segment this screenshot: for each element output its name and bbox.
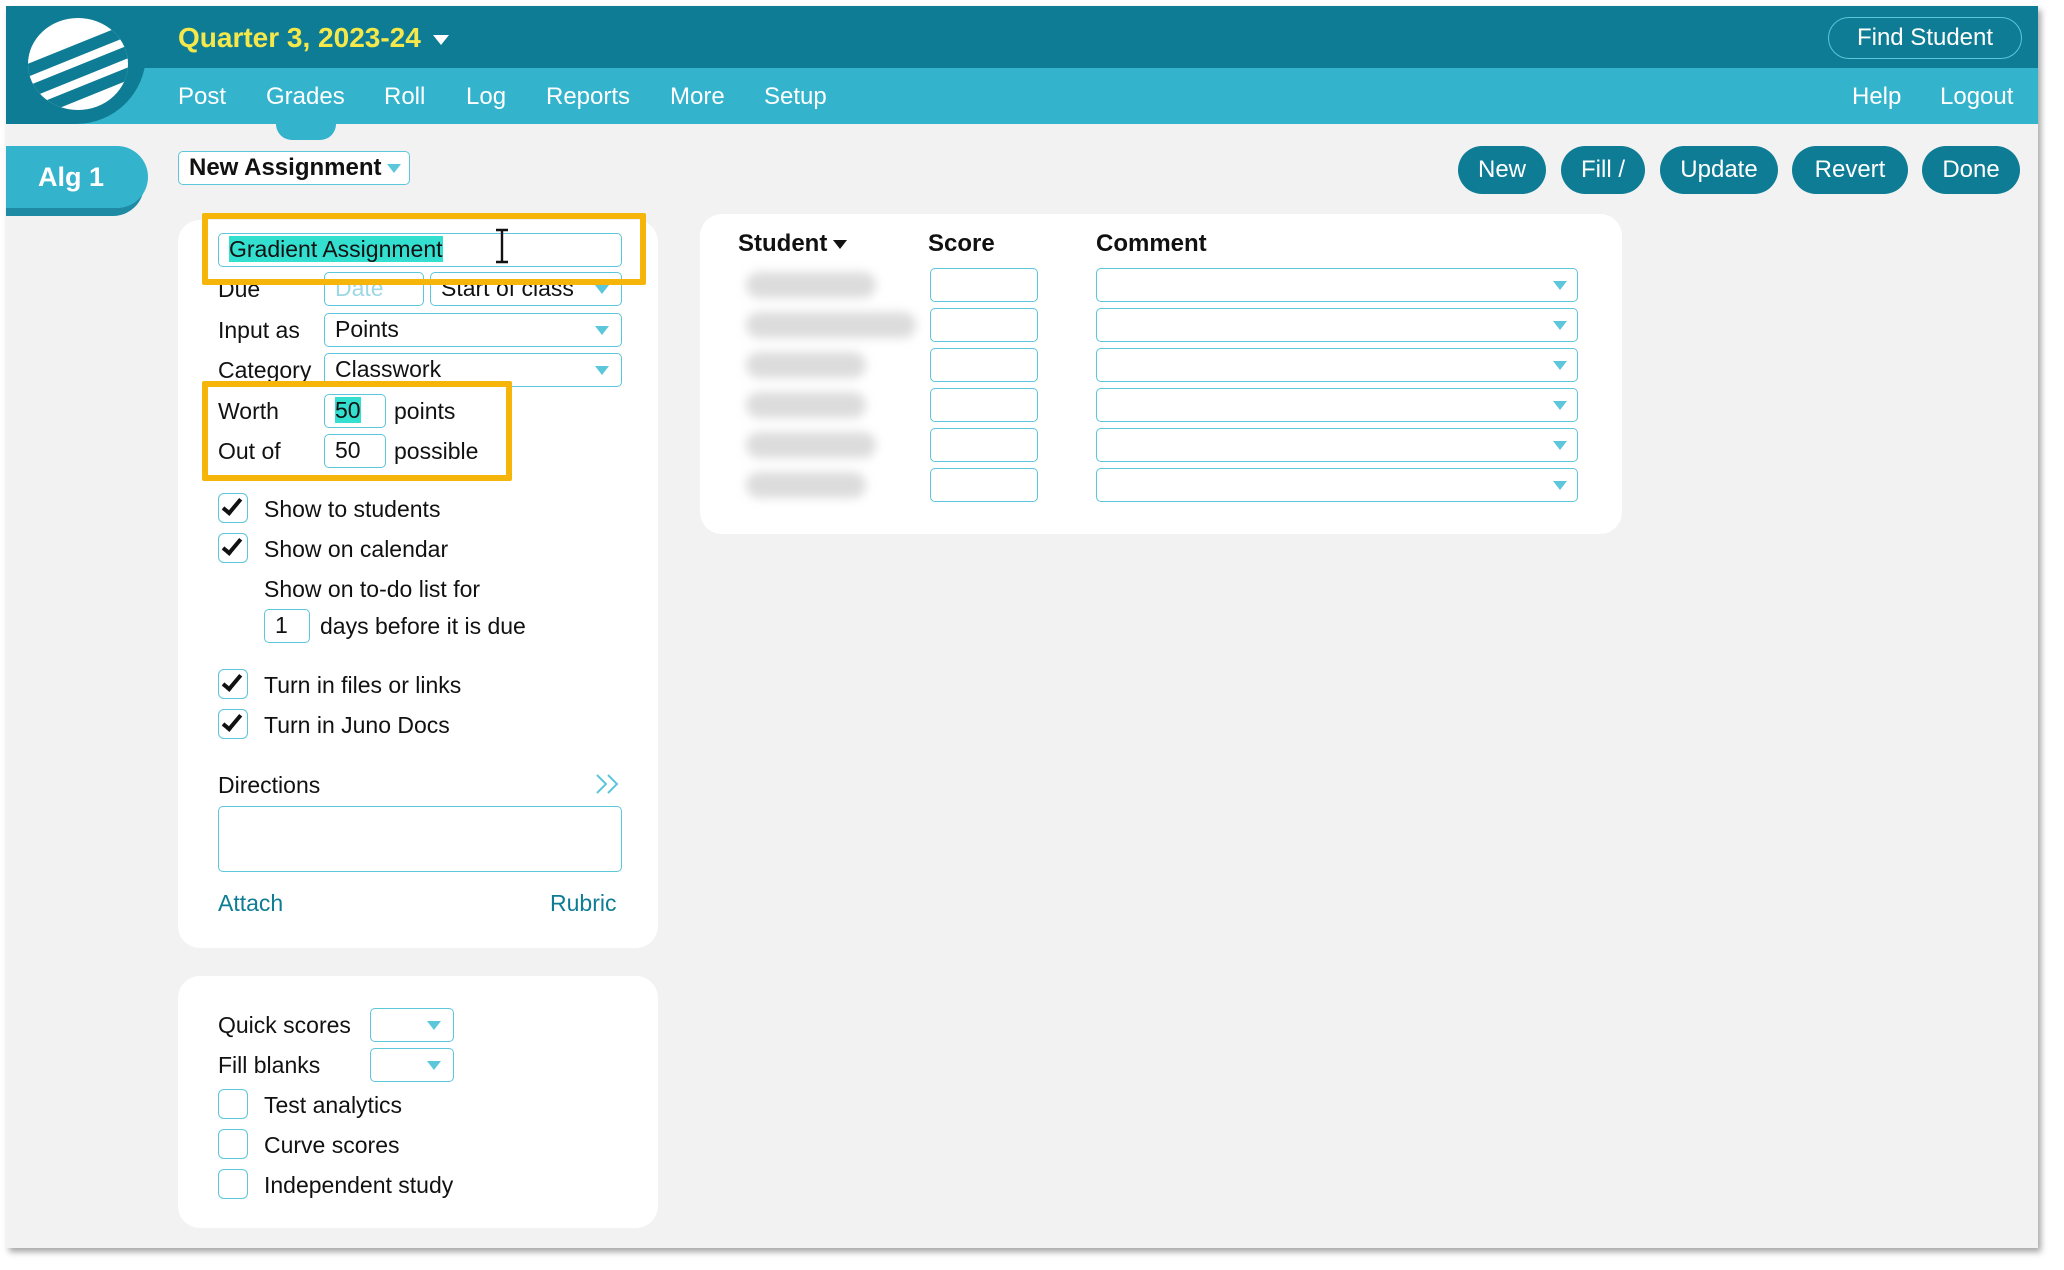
sort-down-icon	[833, 240, 848, 250]
expand-icon[interactable]	[594, 772, 622, 796]
class-tab[interactable]: Alg 1	[6, 146, 148, 208]
curve-scores-label: Curve scores	[264, 1132, 400, 1158]
student-column-header[interactable]: Student	[738, 230, 848, 258]
update-button[interactable]: Update	[1660, 146, 1778, 194]
chevron-down-icon	[1553, 281, 1567, 290]
turn-in-files-label: Turn in files or links	[264, 672, 462, 698]
nav-logout[interactable]: Logout	[1940, 83, 2013, 111]
checkmark-icon	[221, 670, 243, 692]
checkmark-icon	[221, 494, 243, 516]
nav-roll[interactable]: Roll	[384, 83, 425, 111]
todo-suffix: days before it is due	[320, 613, 526, 639]
student-name-redacted	[746, 272, 876, 298]
input-as-select[interactable]: Points	[324, 313, 622, 347]
quick-scores-select[interactable]	[370, 1008, 454, 1042]
test-analytics-label: Test analytics	[264, 1092, 403, 1118]
comment-select[interactable]	[1096, 428, 1578, 462]
student-name-redacted	[746, 352, 866, 378]
chevron-down-icon	[1553, 321, 1567, 330]
todo-label: Show on to-do list for	[264, 576, 481, 602]
nav-reports[interactable]: Reports	[546, 83, 630, 111]
fill-button[interactable]: Fill /	[1561, 146, 1645, 194]
comment-select[interactable]	[1096, 348, 1578, 382]
revert-button[interactable]: Revert	[1792, 146, 1908, 194]
score-column-header: Score	[928, 230, 995, 257]
checkmark-icon	[221, 710, 243, 732]
find-student-button[interactable]: Find Student	[1828, 17, 2022, 59]
turn-in-docs-checkbox[interactable]	[218, 709, 248, 739]
active-tab-indicator	[276, 124, 336, 140]
student-name-redacted	[746, 432, 876, 458]
attach-link[interactable]: Attach	[218, 890, 283, 917]
test-analytics-checkbox[interactable]	[218, 1089, 248, 1119]
student-column-label: Student	[738, 230, 828, 257]
nav-log[interactable]: Log	[466, 83, 506, 111]
fill-blanks-select[interactable]	[370, 1048, 454, 1082]
student-name-redacted	[746, 312, 916, 338]
score-input[interactable]	[930, 428, 1038, 462]
comment-select[interactable]	[1096, 308, 1578, 342]
comment-select[interactable]	[1096, 268, 1578, 302]
nav-setup[interactable]: Setup	[764, 83, 827, 111]
student-name-redacted	[746, 472, 866, 498]
assignment-select-value: New Assignment	[189, 154, 382, 181]
score-input[interactable]	[930, 348, 1038, 382]
assignment-select[interactable]: New Assignment	[178, 151, 410, 185]
directions-textarea[interactable]	[218, 806, 622, 872]
turn-in-docs-label: Turn in Juno Docs	[264, 712, 450, 738]
category-label: Category	[218, 357, 312, 383]
input-as-label: Input as	[218, 317, 300, 343]
chevron-down-icon	[387, 164, 401, 173]
comment-select[interactable]	[1096, 388, 1578, 422]
nav-post[interactable]: Post	[178, 83, 226, 111]
score-input[interactable]	[930, 268, 1038, 302]
chevron-down-icon	[432, 34, 449, 45]
chevron-down-icon	[1553, 361, 1567, 370]
score-input[interactable]	[930, 388, 1038, 422]
quick-scores-label: Quick scores	[218, 1012, 351, 1038]
score-input[interactable]	[930, 308, 1038, 342]
chevron-down-icon	[595, 326, 609, 335]
done-button[interactable]: Done	[1922, 146, 2020, 194]
callout-highlight	[202, 213, 646, 285]
new-button[interactable]: New	[1458, 146, 1546, 194]
show-to-students-label: Show to students	[264, 496, 441, 522]
fill-blanks-label: Fill blanks	[218, 1052, 321, 1078]
school-logo-icon[interactable]	[28, 18, 128, 110]
todo-days-input[interactable]: 1	[264, 609, 310, 643]
chevron-down-icon	[427, 1021, 441, 1030]
student-name-redacted	[746, 392, 866, 418]
turn-in-files-checkbox[interactable]	[218, 669, 248, 699]
app-window: Quarter 3, 2023-24 Find Student Post Gra…	[6, 6, 2038, 1248]
show-on-calendar-label: Show on calendar	[264, 536, 449, 562]
nav-grades[interactable]: Grades	[266, 83, 345, 111]
show-to-students-checkbox[interactable]	[218, 493, 248, 523]
chevron-down-icon	[595, 285, 609, 294]
score-input[interactable]	[930, 468, 1038, 502]
category-value: Classwork	[335, 356, 442, 382]
chevron-down-icon	[1553, 401, 1567, 410]
comment-select[interactable]	[1096, 468, 1578, 502]
show-on-calendar-checkbox[interactable]	[218, 533, 248, 563]
directions-label: Directions	[218, 772, 321, 798]
term-selector[interactable]: Quarter 3, 2023-24	[178, 22, 449, 54]
callout-highlight	[202, 381, 512, 481]
chevron-down-icon	[1553, 441, 1567, 450]
chevron-down-icon	[1553, 481, 1567, 490]
checkmark-icon	[221, 534, 243, 556]
todo-days-value: 1	[275, 612, 288, 638]
chevron-down-icon	[595, 366, 609, 375]
nav-help[interactable]: Help	[1852, 83, 1901, 111]
nav-more[interactable]: More	[670, 83, 725, 111]
independent-study-label: Independent study	[264, 1172, 454, 1198]
comment-column-header: Comment	[1096, 230, 1207, 257]
input-as-value: Points	[335, 316, 399, 342]
curve-scores-checkbox[interactable]	[218, 1129, 248, 1159]
chevron-down-icon	[427, 1061, 441, 1070]
rubric-link[interactable]: Rubric	[550, 890, 616, 917]
independent-study-checkbox[interactable]	[218, 1169, 248, 1199]
term-label: Quarter 3, 2023-24	[178, 22, 421, 53]
